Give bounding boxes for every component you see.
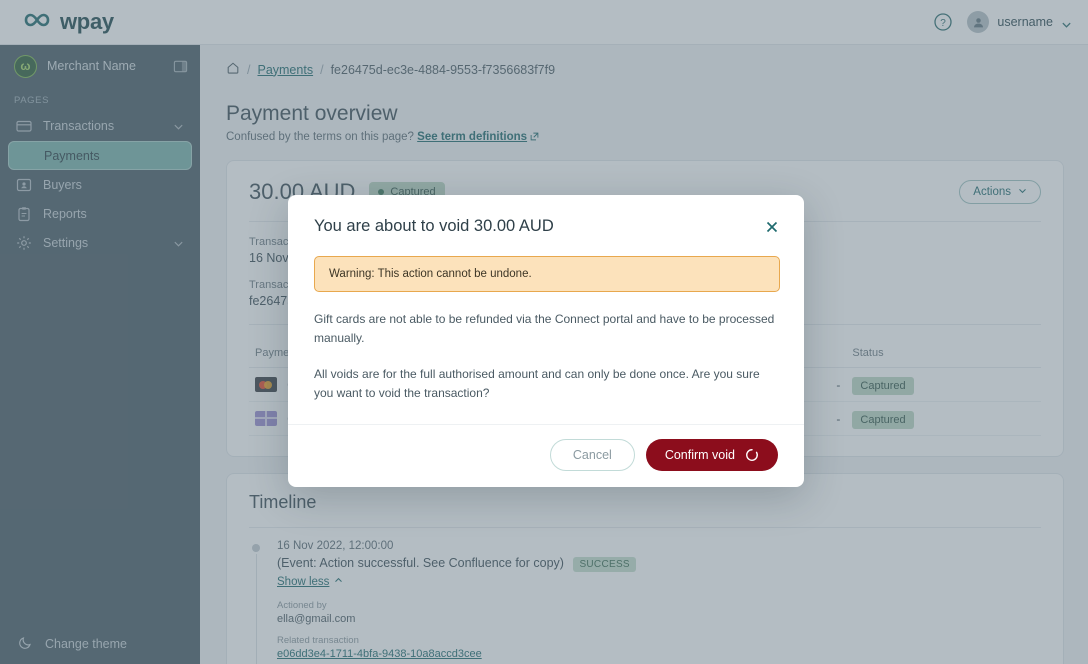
- modal-paragraph-voids: All voids are for the full authorised am…: [314, 367, 760, 400]
- app-root: wpay ? username ω Merchant Name PAGES Tr…: [0, 0, 1088, 664]
- modal-footer: Cancel Confirm void: [288, 424, 804, 487]
- loading-spinner-icon: [745, 448, 759, 462]
- modal-paragraph-giftcards: Gift cards are not able to be refunded v…: [314, 312, 775, 345]
- close-x-icon[interactable]: [764, 219, 780, 235]
- confirm-void-button[interactable]: Confirm void: [645, 439, 778, 472]
- void-confirmation-modal: You are about to void 30.00 AUD Warning:…: [288, 195, 804, 488]
- modal-title: You are about to void 30.00 AUD: [314, 217, 554, 235]
- confirm-void-label: Confirm void: [664, 448, 735, 463]
- modal-header: You are about to void 30.00 AUD: [288, 195, 804, 236]
- modal-body: Gift cards are not able to be refunded v…: [288, 292, 804, 424]
- cancel-button[interactable]: Cancel: [549, 439, 635, 472]
- warning-banner: Warning: This action cannot be undone.: [314, 256, 780, 292]
